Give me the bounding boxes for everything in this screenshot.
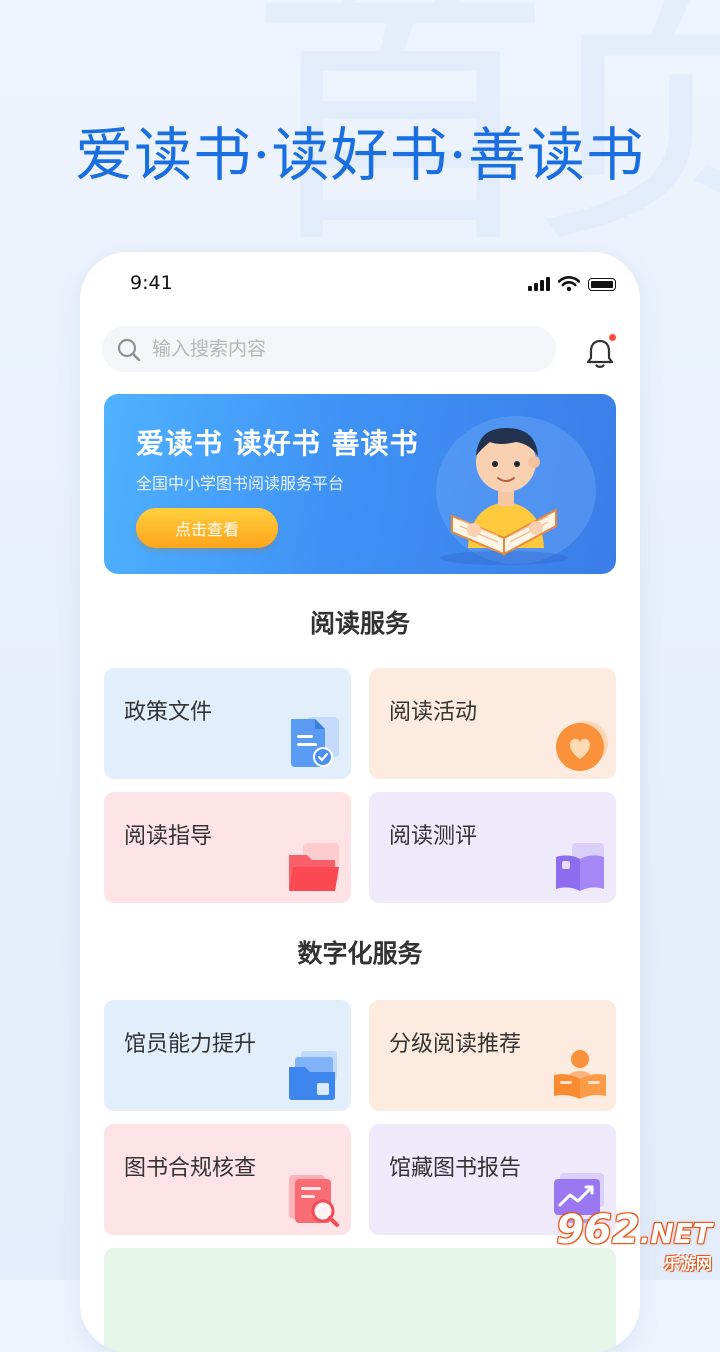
- card-reading-assessment[interactable]: 阅读测评: [369, 792, 616, 903]
- card-label: 阅读测评: [389, 824, 478, 849]
- card-policy-documents[interactable]: 政策文件: [104, 668, 351, 779]
- open-book-icon: [556, 843, 604, 891]
- search-icon: [117, 338, 141, 362]
- card-label: 图书合规核查: [124, 1156, 257, 1181]
- card-graded-reading-recommendation[interactable]: 分级阅读推荐: [369, 1000, 616, 1111]
- boy-reading-illustration: [436, 416, 596, 565]
- heart-badge-icon: [556, 721, 608, 771]
- notification-dot: [609, 334, 616, 341]
- status-icons: [528, 276, 616, 292]
- card-label: 阅读活动: [389, 700, 478, 725]
- card-partial-bottom[interactable]: [104, 1248, 616, 1352]
- status-time: 9:41: [130, 272, 173, 294]
- phone-frame: 9:41 爱读书 读好书 善读书 全国中小学图书阅读服务平台: [80, 252, 640, 1352]
- document-check-icon: [291, 717, 339, 767]
- search-input[interactable]: [152, 326, 532, 372]
- folder-icon: [289, 843, 339, 891]
- battery-icon: [588, 277, 616, 291]
- banner-view-button[interactable]: 点击查看: [136, 508, 278, 548]
- card-reading-guidance[interactable]: 阅读指导: [104, 792, 351, 903]
- wifi-icon: [558, 276, 580, 292]
- status-bar: 9:41: [80, 272, 640, 296]
- search-bar[interactable]: [102, 326, 556, 372]
- folder-stack-icon: [289, 1051, 337, 1100]
- search-file-icon: [289, 1175, 339, 1227]
- notification-button[interactable]: [580, 332, 620, 372]
- watermark-domain: .NET: [639, 1217, 712, 1250]
- section-title-digital-services: 数字化服务: [297, 939, 423, 968]
- banner-title: 爱读书 读好书 善读书: [136, 427, 419, 460]
- card-label: 馆员能力提升: [124, 1032, 257, 1057]
- card-librarian-training[interactable]: 馆员能力提升: [104, 1000, 351, 1111]
- signal-icon: [528, 277, 550, 291]
- watermark-main: 962: [556, 1207, 640, 1253]
- section-title-reading-services: 阅读服务: [309, 609, 410, 638]
- watermark-sub: 乐游网: [663, 1254, 712, 1273]
- card-label: 阅读指导: [124, 824, 213, 849]
- site-watermark-logo: 962.NET 乐游网: [556, 1210, 712, 1274]
- card-reading-activities[interactable]: 阅读活动: [369, 668, 616, 779]
- promo-banner[interactable]: 爱读书 读好书 善读书 全国中小学图书阅读服务平台 点击查看: [104, 394, 616, 574]
- reader-person-icon: [554, 1050, 606, 1099]
- banner-subtitle: 全国中小学图书阅读服务平台: [136, 474, 345, 493]
- headline-slogan: 爱读书·读好书·善读书: [75, 121, 645, 189]
- card-book-compliance-check[interactable]: 图书合规核查: [104, 1124, 351, 1235]
- card-label: 政策文件: [124, 700, 213, 725]
- card-label: 馆藏图书报告: [389, 1156, 522, 1181]
- card-label: 分级阅读推荐: [389, 1032, 522, 1057]
- bell-icon: [586, 339, 614, 369]
